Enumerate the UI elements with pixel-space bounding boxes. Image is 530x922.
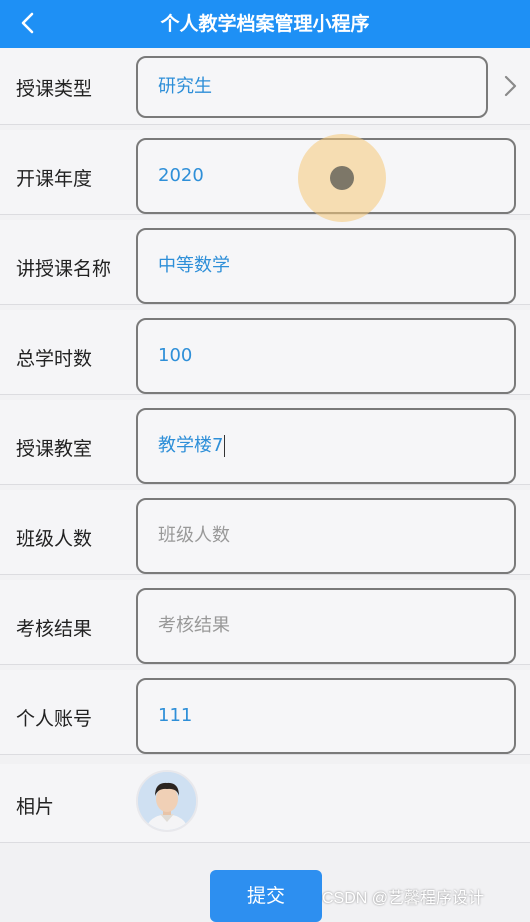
field-value: 2020: [158, 165, 204, 186]
row-label: 考核结果: [16, 618, 93, 640]
watermark-text: CSDN @艺馨程序设计: [322, 890, 485, 907]
course-name-input[interactable]: 中等数学: [136, 228, 516, 304]
top-navbar: 个人教学档案管理小程序: [0, 0, 530, 48]
page-title: 个人教学档案管理小程序: [160, 13, 370, 35]
form-row-account: 个人账号 111: [0, 670, 530, 755]
row-label: 授课教室: [16, 438, 93, 460]
touch-indicator: [298, 134, 386, 222]
form-row-total-hours: 总学时数 100: [0, 310, 530, 395]
field-value: 111: [158, 705, 193, 726]
form-row-classroom: 授课教室 教学楼7: [0, 400, 530, 485]
field-value: 中等数学: [158, 255, 230, 276]
field-value: 研究生: [158, 76, 212, 97]
account-input[interactable]: 111: [136, 678, 516, 754]
assessment-input[interactable]: 考核结果: [136, 588, 516, 664]
avatar-image: [138, 772, 196, 830]
row-label: 个人账号: [16, 708, 93, 730]
avatar[interactable]: [136, 770, 198, 832]
form-row-photo: 相片: [0, 764, 530, 843]
field-value: 100: [158, 345, 193, 366]
form-row-class-size: 班级人数 班级人数: [0, 490, 530, 575]
form-row-year: 开课年度 2020: [0, 130, 530, 215]
field-placeholder: 班级人数: [158, 525, 230, 546]
row-label: 开课年度: [16, 168, 93, 190]
field-placeholder: 考核结果: [158, 615, 230, 636]
row-label: 讲授课名称: [16, 258, 112, 280]
field-value: 教学楼7: [158, 410, 226, 482]
classroom-input[interactable]: 教学楼7: [136, 408, 516, 484]
row-label: 班级人数: [16, 528, 93, 550]
form-row-assessment: 考核结果 考核结果: [0, 580, 530, 665]
chevron-right-icon[interactable]: [500, 72, 520, 100]
text-cursor: [224, 435, 226, 457]
field-value-text: 教学楼7: [158, 435, 224, 456]
form-row-course-type: 授课类型 研究生: [0, 48, 530, 125]
total-hours-input[interactable]: 100: [136, 318, 516, 394]
submit-button[interactable]: 提交: [210, 870, 322, 922]
row-label: 总学时数: [16, 348, 93, 370]
row-label: 授课类型: [16, 78, 93, 100]
form-row-course-name: 讲授课名称 中等数学: [0, 220, 530, 305]
row-label: 相片: [16, 796, 55, 818]
course-type-picker[interactable]: 研究生: [136, 56, 488, 118]
class-size-input[interactable]: 班级人数: [136, 498, 516, 574]
touch-indicator-dot: [330, 166, 354, 190]
